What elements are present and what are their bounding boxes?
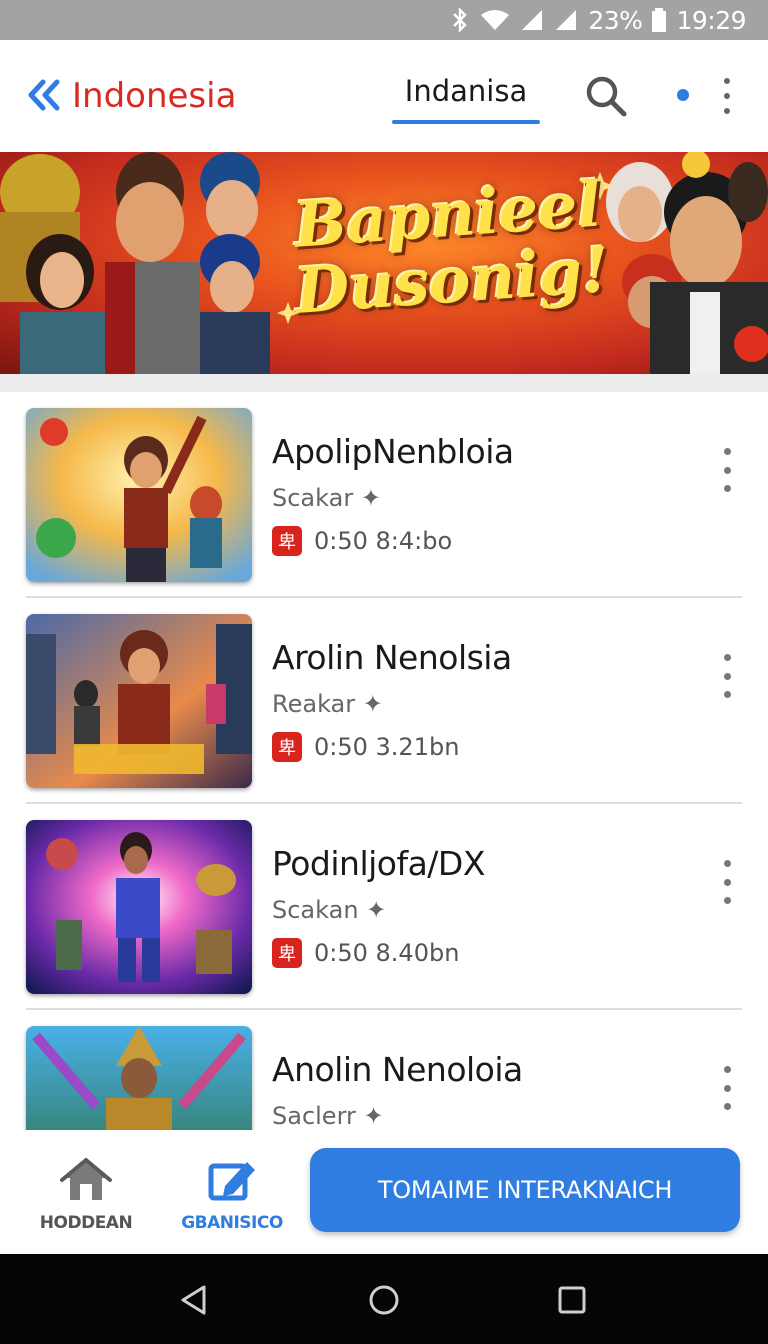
promo-banner[interactable]: Bapnieel Dusonig! [0,152,768,374]
nav-home[interactable]: HODDEAN [26,1156,146,1233]
list-item[interactable]: Podinljofa/DX Scakan ✦ 卑 0:50 8.40bn [0,804,768,1010]
item-subtitle: Reakar ✦ [272,690,383,718]
badge-icon: 卑 [272,938,302,968]
item-meta: 卑 0:50 3.21bn [272,732,459,762]
item-title: Podinljofa/DX [272,844,485,883]
badge-icon: 卑 [272,732,302,762]
notification-dot [677,89,689,101]
item-subtitle: Saclerr ✦ [272,1102,384,1130]
recents-square-icon[interactable] [556,1284,588,1316]
more-vert-icon[interactable] [716,78,738,114]
tab-label: Indanisa [404,74,528,108]
battery-icon [652,8,667,32]
meta-text: 0:50 8.40bn [314,939,460,967]
signal-icon [522,10,543,30]
bluetooth-icon [453,8,468,32]
back-triangle-icon[interactable] [178,1284,210,1316]
home-circle-icon[interactable] [368,1284,400,1316]
game-thumbnail[interactable] [26,408,252,582]
tab-indanisa[interactable]: Indanisa [392,74,540,124]
system-nav-bar [0,1254,768,1344]
item-more-icon[interactable] [716,860,738,904]
list-item[interactable]: Anolin Nenoloia Saclerr ✦ [0,1010,768,1130]
item-title: ApolipNenbloia [272,432,514,471]
edit-icon [208,1162,255,1201]
banner-separator [0,374,768,392]
clock: 19:29 [676,5,746,35]
item-title: Anolin Nenoloia [272,1050,523,1089]
item-meta: 卑 0:50 8:4:bo [272,526,452,556]
home-icon [60,1158,112,1200]
item-title: Arolin Nenolsia [272,638,512,677]
list-item[interactable]: ApolipNenbloia Scakar ✦ 卑 0:50 8:4:bo [0,392,768,598]
game-thumbnail[interactable] [26,1026,252,1130]
item-subtitle: Scakan ✦ [272,896,387,924]
search-icon[interactable] [584,74,628,118]
wifi-icon [481,10,510,30]
banner-title: Bapnieel Dusonig! [266,167,634,327]
item-more-icon[interactable] [716,1066,738,1110]
item-subtitle: Scakar ✦ [272,484,381,512]
game-list[interactable]: ApolipNenbloia Scakar ✦ 卑 0:50 8:4:bo Ar… [0,392,768,1130]
app-bar: Indonesia Indanisa [0,40,768,152]
tab-indicator [392,120,540,124]
page-title: Indonesia [72,76,237,116]
nav-home-label: HODDEAN [39,1213,133,1233]
item-more-icon[interactable] [716,448,738,492]
nav-second[interactable]: GBANISICO [172,1156,292,1233]
back-chevron-icon[interactable] [26,78,62,112]
meta-text: 0:50 3.21bn [314,733,460,761]
signal-icon-2 [556,10,577,30]
meta-text: 0:50 8:4:bo [314,527,453,555]
game-thumbnail[interactable] [26,820,252,994]
bottom-bar: HODDEAN GBANISICO TOMAIME INTERAKNAICH [0,1130,768,1254]
game-thumbnail[interactable] [26,614,252,788]
item-more-icon[interactable] [716,654,738,698]
nav-second-label: GBANISICO [181,1213,283,1233]
battery-percent: 23% [588,5,643,35]
item-meta: 卑 0:50 8.40bn [272,938,459,968]
status-bar: 23% 19:29 [0,0,768,40]
list-item[interactable]: Arolin Nenolsia Reakar ✦ 卑 0:50 3.21bn [0,598,768,804]
primary-cta-button[interactable]: TOMAIME INTERAKNAICH [310,1148,740,1232]
badge-icon: 卑 [272,526,302,556]
